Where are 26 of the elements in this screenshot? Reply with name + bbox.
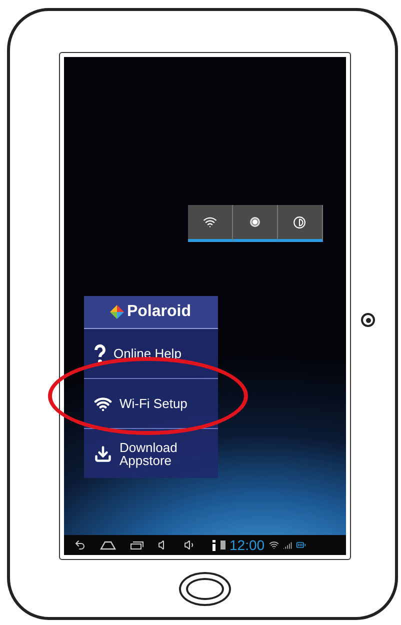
quick-toggle[interactable] — [188, 205, 232, 242]
contrast-icon — [293, 216, 306, 228]
back-icon[interactable] — [74, 539, 86, 551]
volume-up-icon[interactable] — [184, 539, 196, 551]
sd-card-icon — [220, 540, 226, 550]
download-icon — [94, 444, 112, 462]
wifi-icon — [202, 215, 216, 229]
info-icon — [212, 540, 216, 550]
camera-icon — [361, 313, 375, 327]
brand-name: Polaroid — [126, 302, 191, 322]
clock-time: 12:00 — [230, 538, 265, 552]
ring-icon — [248, 216, 260, 228]
quick-toggle[interactable] — [232, 205, 278, 242]
question-mark-icon — [94, 344, 106, 364]
home-button[interactable] — [178, 572, 230, 606]
wifi-icon — [268, 540, 279, 550]
battery-icon — [296, 540, 306, 550]
home-icon[interactable] — [100, 540, 116, 550]
logo-icon — [110, 305, 124, 319]
recent-apps-icon[interactable] — [130, 540, 144, 550]
menu-item[interactable]: Online Help — [84, 329, 218, 378]
quick-toggle[interactable] — [278, 205, 322, 242]
signal-icon — [282, 540, 292, 550]
menu-item[interactable]: Wi-Fi Setup — [84, 379, 218, 428]
wifi-icon — [94, 394, 112, 412]
menu-item[interactable]: Download Appstore — [84, 429, 218, 478]
